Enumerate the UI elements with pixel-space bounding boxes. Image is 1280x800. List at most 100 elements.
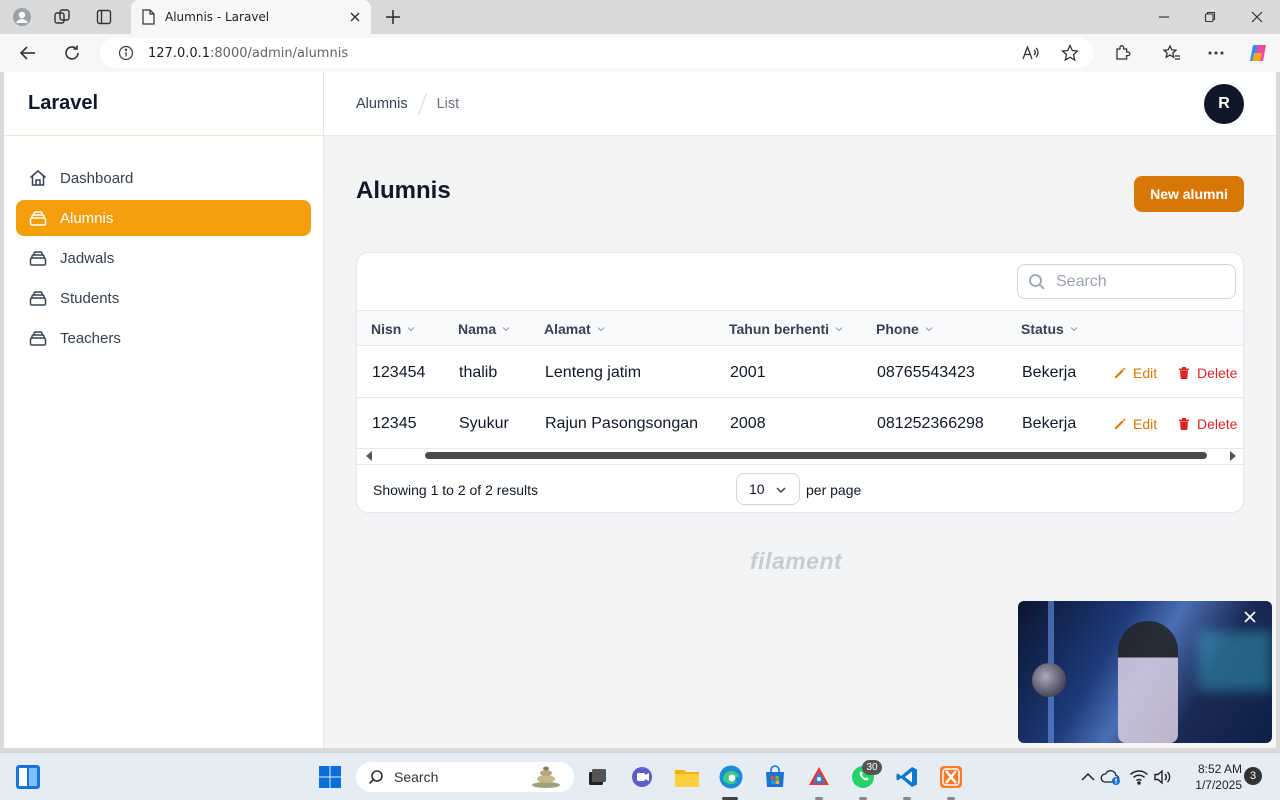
cell-status: Bekerja bbox=[1022, 363, 1077, 381]
column-header-status[interactable]: Status bbox=[1021, 311, 1078, 347]
cell-nama: Syukur bbox=[459, 414, 509, 432]
scroll-left-icon[interactable] bbox=[365, 451, 373, 461]
volume-icon[interactable] bbox=[1149, 763, 1177, 791]
start-windows-icon[interactable] bbox=[316, 763, 344, 791]
task-view-icon[interactable] bbox=[583, 763, 611, 791]
collection-icon bbox=[29, 291, 47, 306]
browser-tab-title: Alumnis - Laravel bbox=[165, 10, 270, 24]
profile-icon[interactable] bbox=[10, 5, 34, 29]
horizontal-scrollbar[interactable] bbox=[357, 448, 1243, 464]
sidebar-item-dashboard[interactable]: Dashboard bbox=[16, 160, 311, 196]
trash-icon bbox=[1179, 366, 1189, 379]
sidebar-nav: Dashboard Alumnis Jadwals Students Teach… bbox=[4, 136, 323, 384]
search-icon bbox=[368, 770, 383, 785]
widgets-icon[interactable] bbox=[14, 763, 42, 791]
onedrive-icon[interactable] bbox=[1097, 763, 1125, 791]
more-options-icon[interactable] bbox=[1204, 41, 1228, 65]
read-aloud-icon[interactable] bbox=[1018, 41, 1042, 65]
column-header-tahun-berhenti[interactable]: Tahun berhenti bbox=[729, 311, 843, 347]
favorite-star-icon[interactable] bbox=[1058, 41, 1082, 65]
search-icon bbox=[1029, 273, 1045, 290]
browser-toolbar: 127.0.0.1:8000/admin/alumnis bbox=[0, 34, 1280, 72]
column-header-alamat[interactable]: Alamat bbox=[544, 311, 605, 347]
sidebar-item-alumnis[interactable]: Alumnis bbox=[16, 200, 311, 236]
video-pip-window[interactable] bbox=[1018, 601, 1272, 743]
page-title: Alumnis bbox=[356, 177, 451, 204]
cell-nisn: 123454 bbox=[372, 363, 426, 381]
column-header-nisn[interactable]: Nisn bbox=[371, 311, 415, 347]
edit-button[interactable]: Edit bbox=[1113, 347, 1157, 398]
restore-icon[interactable] bbox=[1195, 5, 1225, 29]
table-row[interactable]: 123454 thalib Lenteng jatim 2001 0876554… bbox=[357, 347, 1243, 398]
pencil-icon bbox=[1115, 418, 1126, 429]
reload-icon[interactable] bbox=[60, 41, 84, 65]
new-alumni-button[interactable]: New alumni bbox=[1134, 176, 1244, 212]
extensions-icon[interactable] bbox=[1111, 41, 1135, 65]
tab-actions-icon[interactable] bbox=[92, 5, 116, 29]
url-text: 127.0.0.1:8000/admin/alumnis bbox=[148, 45, 349, 61]
new-tab-icon[interactable] bbox=[381, 5, 405, 29]
brand-logo[interactable]: Laravel bbox=[4, 72, 323, 136]
scrollbar-thumb[interactable] bbox=[425, 452, 1207, 459]
sidebar-item-students[interactable]: Students bbox=[16, 280, 311, 316]
taskbar-search[interactable]: Search bbox=[356, 762, 574, 792]
page-icon bbox=[142, 9, 155, 25]
scroll-right-icon[interactable] bbox=[1229, 451, 1237, 461]
collection-icon bbox=[29, 251, 47, 266]
search-field[interactable] bbox=[1017, 264, 1236, 299]
per-page-select[interactable]: 10 bbox=[736, 473, 800, 505]
sort-chevron-icon bbox=[407, 327, 415, 332]
close-tab-icon[interactable] bbox=[349, 11, 361, 23]
teams-icon[interactable] bbox=[628, 763, 656, 791]
microsoft-store-icon[interactable] bbox=[761, 763, 789, 791]
column-header-nama[interactable]: Nama bbox=[458, 311, 510, 347]
collection-icon bbox=[29, 331, 47, 346]
copilot-icon[interactable] bbox=[1246, 41, 1270, 65]
pagination-footer: Showing 1 to 2 of 2 results 10 per page bbox=[357, 464, 1243, 512]
back-icon[interactable] bbox=[16, 41, 40, 65]
sidebar-item-jadwals[interactable]: Jadwals bbox=[16, 240, 311, 276]
pinned-app-icon[interactable] bbox=[805, 763, 833, 791]
column-header-phone[interactable]: Phone bbox=[876, 311, 933, 347]
sort-chevron-icon bbox=[597, 327, 605, 332]
trash-icon bbox=[1179, 417, 1189, 430]
close-icon[interactable] bbox=[1242, 609, 1258, 625]
address-bar[interactable]: 127.0.0.1:8000/admin/alumnis bbox=[100, 38, 1094, 68]
delete-button[interactable]: Delete bbox=[1177, 398, 1237, 449]
edge-browser-icon[interactable] bbox=[717, 763, 745, 791]
system-clock[interactable]: 8:52 AM 1/7/2025 bbox=[1186, 761, 1242, 793]
table-row[interactable]: 12345 Syukur Rajun Pasongsongan 2008 081… bbox=[357, 398, 1243, 449]
search-input[interactable] bbox=[1056, 272, 1216, 291]
notification-count-badge[interactable]: 3 bbox=[1244, 767, 1262, 785]
sidebar-item-label: Dashboard bbox=[60, 169, 134, 187]
sort-chevron-icon bbox=[1070, 327, 1078, 332]
sort-chevron-icon bbox=[925, 327, 933, 332]
file-explorer-icon[interactable] bbox=[673, 763, 701, 791]
table-header: Nisn Nama Alamat Tahun berhenti Phone St… bbox=[357, 310, 1243, 347]
breadcrumb-alumnis[interactable]: Alumnis bbox=[356, 96, 408, 112]
cell-nama: thalib bbox=[459, 363, 498, 381]
video-frame-person bbox=[1118, 621, 1178, 743]
per-page-label: per page bbox=[806, 482, 862, 498]
collection-icon bbox=[29, 211, 47, 226]
info-icon[interactable] bbox=[118, 45, 134, 61]
breadcrumb-separator bbox=[417, 92, 427, 115]
window-close-icon[interactable] bbox=[1242, 5, 1272, 29]
delete-button[interactable]: Delete bbox=[1177, 347, 1237, 398]
sort-chevron-icon bbox=[502, 327, 510, 332]
cell-tahun-berhenti: 2001 bbox=[730, 363, 766, 381]
vscode-icon[interactable] bbox=[893, 763, 921, 791]
sidebar-item-teachers[interactable]: Teachers bbox=[16, 320, 311, 356]
filament-logo[interactable]: filament bbox=[750, 548, 842, 575]
browser-tab-active[interactable]: Alumnis - Laravel bbox=[131, 0, 371, 34]
xampp-icon[interactable] bbox=[937, 763, 965, 791]
sidebar: Laravel Dashboard Alumnis Jadwals Studen… bbox=[4, 72, 324, 748]
breadcrumb-list: List bbox=[436, 95, 460, 112]
minimize-icon[interactable] bbox=[1149, 5, 1179, 29]
edit-button[interactable]: Edit bbox=[1113, 398, 1157, 449]
favorites-icon[interactable] bbox=[1160, 41, 1184, 65]
cell-status: Bekerja bbox=[1022, 414, 1077, 432]
search-highlight-icon bbox=[532, 766, 560, 788]
workspaces-icon[interactable] bbox=[50, 5, 74, 29]
avatar[interactable]: R bbox=[1204, 84, 1244, 124]
